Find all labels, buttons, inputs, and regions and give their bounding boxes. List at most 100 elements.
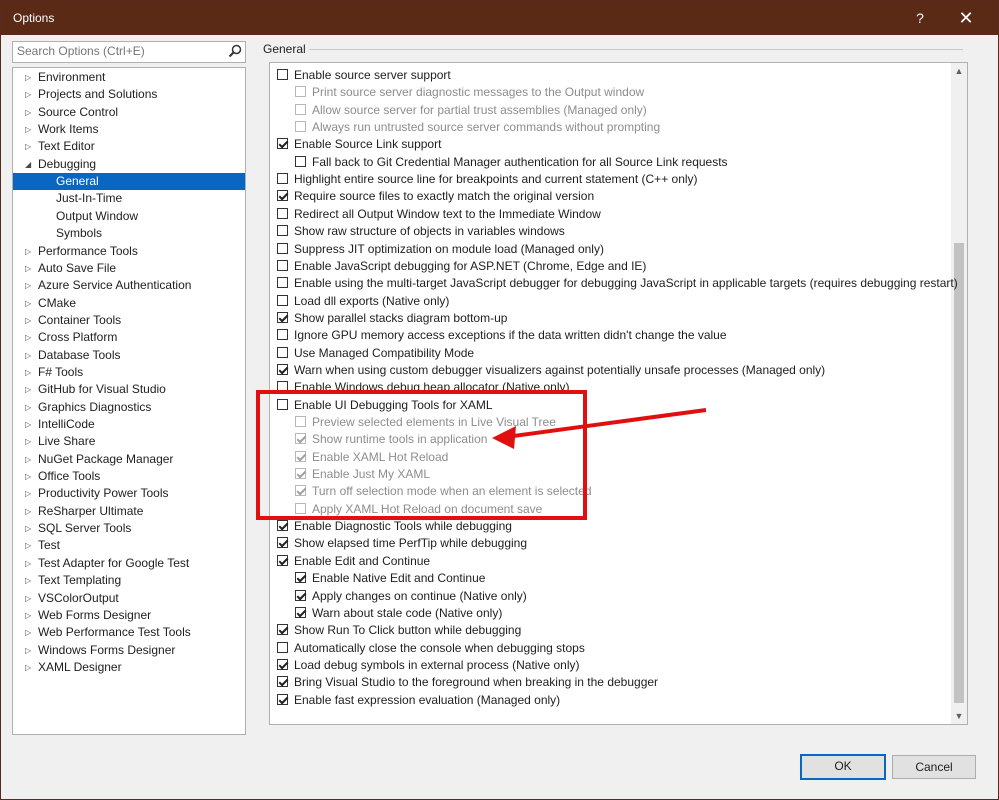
collapsed-arrow-icon[interactable]: ▷ bbox=[25, 347, 35, 364]
expanded-arrow-icon[interactable]: ◢ bbox=[25, 156, 35, 173]
title-bar[interactable]: Options ? ✕ bbox=[1, 1, 998, 35]
scroll-up-icon[interactable]: ▲ bbox=[951, 63, 967, 79]
collapsed-arrow-icon[interactable]: ▷ bbox=[25, 590, 35, 607]
option-checkbox[interactable] bbox=[277, 537, 288, 549]
tree-item-intellicode[interactable]: ▷ IntelliCode bbox=[13, 416, 245, 433]
option-checkbox[interactable] bbox=[277, 242, 288, 254]
tree-item-projects-and-solutions[interactable]: ▷ Projects and Solutions bbox=[13, 86, 245, 103]
tree-item-text-templating[interactable]: ▷ Text Templating bbox=[13, 572, 245, 589]
scrollbar-thumb[interactable] bbox=[954, 243, 964, 703]
collapsed-arrow-icon[interactable]: ▷ bbox=[25, 624, 35, 641]
option-checkbox[interactable] bbox=[277, 294, 288, 306]
option-checkbox[interactable] bbox=[277, 520, 288, 532]
collapsed-arrow-icon[interactable]: ▷ bbox=[25, 260, 35, 277]
tree-item-f-tools[interactable]: ▷ F# Tools bbox=[13, 364, 245, 381]
tree-item-text-editor[interactable]: ▷ Text Editor bbox=[13, 138, 245, 155]
collapsed-arrow-icon[interactable]: ▷ bbox=[25, 642, 35, 659]
vertical-scrollbar[interactable]: ▲ ▼ bbox=[951, 63, 967, 724]
collapsed-arrow-icon[interactable]: ▷ bbox=[25, 537, 35, 554]
collapsed-arrow-icon[interactable]: ▷ bbox=[25, 451, 35, 468]
option-checkbox[interactable] bbox=[277, 693, 288, 705]
option-checkbox[interactable] bbox=[277, 329, 288, 341]
tree-item-resharper-ultimate[interactable]: ▷ ReSharper Ultimate bbox=[13, 503, 245, 520]
tree-item-environment[interactable]: ▷ Environment bbox=[13, 69, 245, 86]
ok-button[interactable]: OK bbox=[800, 754, 886, 780]
tree-item-general[interactable]: General bbox=[13, 173, 245, 191]
collapsed-arrow-icon[interactable]: ▷ bbox=[25, 277, 35, 294]
collapsed-arrow-icon[interactable]: ▷ bbox=[25, 468, 35, 485]
collapsed-arrow-icon[interactable]: ▷ bbox=[25, 329, 35, 346]
option-checkbox[interactable] bbox=[277, 658, 288, 670]
option-checkbox[interactable] bbox=[277, 207, 288, 219]
option-checkbox[interactable] bbox=[277, 624, 288, 636]
tree-item-web-performance-test-tools[interactable]: ▷ Web Performance Test Tools bbox=[13, 624, 245, 641]
tree-item-azure-service-authentication[interactable]: ▷ Azure Service Authentication bbox=[13, 277, 245, 294]
option-checkbox[interactable] bbox=[277, 138, 288, 150]
search-box[interactable] bbox=[12, 41, 246, 63]
tree-item-auto-save-file[interactable]: ▷ Auto Save File bbox=[13, 260, 245, 277]
tree-item-windows-forms-designer[interactable]: ▷ Windows Forms Designer bbox=[13, 642, 245, 659]
tree-item-work-items[interactable]: ▷ Work Items bbox=[13, 121, 245, 138]
option-checkbox[interactable] bbox=[277, 346, 288, 358]
close-button[interactable]: ✕ bbox=[943, 1, 989, 35]
collapsed-arrow-icon[interactable]: ▷ bbox=[25, 295, 35, 312]
option-checkbox[interactable] bbox=[277, 363, 288, 375]
tree-item-cross-platform[interactable]: ▷ Cross Platform bbox=[13, 329, 245, 346]
collapsed-arrow-icon[interactable]: ▷ bbox=[25, 364, 35, 381]
tree-item-container-tools[interactable]: ▷ Container Tools bbox=[13, 312, 245, 329]
tree-item-database-tools[interactable]: ▷ Database Tools bbox=[13, 347, 245, 364]
collapsed-arrow-icon[interactable]: ▷ bbox=[25, 572, 35, 589]
tree-item-github-for-visual-studio[interactable]: ▷ GitHub for Visual Studio bbox=[13, 381, 245, 398]
tree-item-vscoloroutput[interactable]: ▷ VSColorOutput bbox=[13, 590, 245, 607]
collapsed-arrow-icon[interactable]: ▷ bbox=[25, 121, 35, 138]
tree-item-performance-tools[interactable]: ▷ Performance Tools bbox=[13, 243, 245, 260]
collapsed-arrow-icon[interactable]: ▷ bbox=[25, 243, 35, 260]
collapsed-arrow-icon[interactable]: ▷ bbox=[25, 381, 35, 398]
collapsed-arrow-icon[interactable]: ▷ bbox=[25, 485, 35, 502]
option-checkbox[interactable] bbox=[295, 155, 306, 167]
collapsed-arrow-icon[interactable]: ▷ bbox=[25, 312, 35, 329]
tree-item-just-in-time[interactable]: Just-In-Time bbox=[13, 190, 245, 207]
tree-item-source-control[interactable]: ▷ Source Control bbox=[13, 104, 245, 121]
tree-item-symbols[interactable]: Symbols bbox=[13, 225, 245, 242]
option-checkbox[interactable] bbox=[277, 311, 288, 323]
scroll-down-icon[interactable]: ▼ bbox=[951, 708, 967, 724]
tree-item-cmake[interactable]: ▷ CMake bbox=[13, 295, 245, 312]
option-checkbox[interactable] bbox=[277, 225, 288, 237]
cancel-button[interactable]: Cancel bbox=[892, 755, 976, 779]
option-checkbox[interactable] bbox=[295, 606, 306, 618]
tree-item-nuget-package-manager[interactable]: ▷ NuGet Package Manager bbox=[13, 451, 245, 468]
tree-item-graphics-diagnostics[interactable]: ▷ Graphics Diagnostics bbox=[13, 399, 245, 416]
options-tree[interactable]: ▷ Environment ▷ Projects and Solutions ▷ Sour… bbox=[12, 67, 246, 735]
tree-item-debugging[interactable]: ◢ Debugging bbox=[13, 156, 245, 173]
option-checkbox[interactable] bbox=[277, 554, 288, 566]
collapsed-arrow-icon[interactable]: ▷ bbox=[25, 607, 35, 624]
option-checkbox[interactable] bbox=[277, 69, 288, 80]
option-checkbox[interactable] bbox=[277, 398, 288, 410]
collapsed-arrow-icon[interactable]: ▷ bbox=[25, 138, 35, 155]
option-checkbox[interactable] bbox=[277, 259, 288, 271]
tree-item-productivity-power-tools[interactable]: ▷ Productivity Power Tools bbox=[13, 485, 245, 502]
collapsed-arrow-icon[interactable]: ▷ bbox=[25, 503, 35, 520]
collapsed-arrow-icon[interactable]: ▷ bbox=[25, 520, 35, 537]
option-checkbox[interactable] bbox=[277, 277, 288, 289]
collapsed-arrow-icon[interactable]: ▷ bbox=[25, 659, 35, 676]
option-checkbox[interactable] bbox=[277, 381, 288, 393]
collapsed-arrow-icon[interactable]: ▷ bbox=[25, 416, 35, 433]
tree-item-xaml-designer[interactable]: ▷ XAML Designer bbox=[13, 659, 245, 676]
tree-item-web-forms-designer[interactable]: ▷ Web Forms Designer bbox=[13, 607, 245, 624]
tree-item-test-adapter-for-google-test[interactable]: ▷ Test Adapter for Google Test bbox=[13, 555, 245, 572]
tree-item-sql-server-tools[interactable]: ▷ SQL Server Tools bbox=[13, 520, 245, 537]
collapsed-arrow-icon[interactable]: ▷ bbox=[25, 399, 35, 416]
option-checkbox[interactable] bbox=[277, 676, 288, 688]
help-button[interactable]: ? bbox=[897, 1, 943, 35]
collapsed-arrow-icon[interactable]: ▷ bbox=[25, 86, 35, 103]
tree-item-output-window[interactable]: Output Window bbox=[13, 208, 245, 225]
option-checkbox[interactable] bbox=[295, 589, 306, 601]
collapsed-arrow-icon[interactable]: ▷ bbox=[25, 433, 35, 450]
tree-item-office-tools[interactable]: ▷ Office Tools bbox=[13, 468, 245, 485]
collapsed-arrow-icon[interactable]: ▷ bbox=[25, 555, 35, 572]
collapsed-arrow-icon[interactable]: ▷ bbox=[25, 104, 35, 121]
tree-item-live-share[interactable]: ▷ Live Share bbox=[13, 433, 245, 450]
option-checkbox[interactable] bbox=[295, 572, 306, 584]
